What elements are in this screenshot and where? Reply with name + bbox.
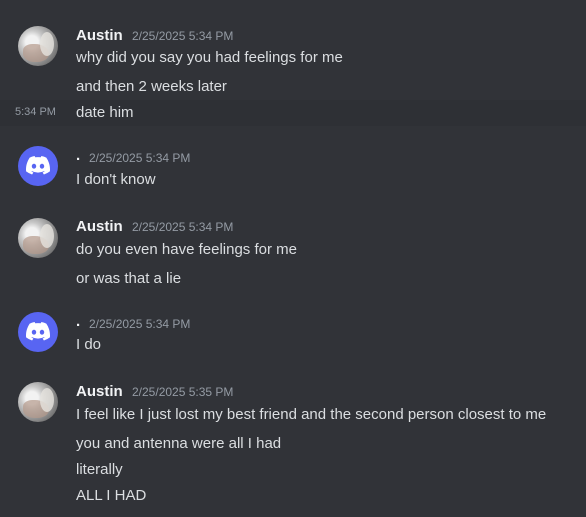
message-text: and then 2 weeks later [76,78,227,95]
hover-timestamp: 5:34 PM [15,106,56,118]
message-timestamp: 2/25/2025 5:34 PM [132,29,234,43]
discord-avatar[interactable] [18,312,58,352]
message-timestamp: 2/25/2025 5:34 PM [89,151,191,165]
message-text: I do [76,336,102,353]
user-avatar[interactable] [18,26,58,66]
message-timestamp: 2/25/2025 5:34 PM [132,220,234,234]
message-timestamp: 2/25/2025 5:34 PM [89,317,191,331]
message-text: I don't know [76,171,156,188]
chat-messages: Austin 2/25/2025 5:34 PM why did you say… [0,0,586,517]
message-text: you and antenna were all I had [76,435,282,452]
message-author[interactable]: Austin [76,27,123,44]
message-timestamp: 2/25/2025 5:35 PM [132,385,234,399]
message-author[interactable]: Austin [76,383,123,400]
discord-logo-icon [26,156,50,175]
message-text: I feel like I just lost my best friend a… [76,406,547,423]
message-author[interactable]: . [76,147,80,164]
avatar-photo-detail [40,388,54,412]
message-text: or was that a lie [76,270,182,287]
message-text: literally [76,461,123,478]
message-author[interactable]: Austin [76,218,123,235]
avatar-photo-detail [40,32,54,56]
user-avatar[interactable] [18,218,58,258]
message-text: why did you say you had feelings for me [76,49,343,66]
discord-logo-icon [26,322,50,341]
discord-avatar[interactable] [18,146,58,186]
message-text: ALL I HAD [76,487,147,504]
avatar-photo-detail [40,224,54,248]
user-avatar[interactable] [18,382,58,422]
message-text: date him [76,104,134,121]
message-author[interactable]: . [76,313,80,330]
message-text: do you even have feelings for me [76,241,297,258]
